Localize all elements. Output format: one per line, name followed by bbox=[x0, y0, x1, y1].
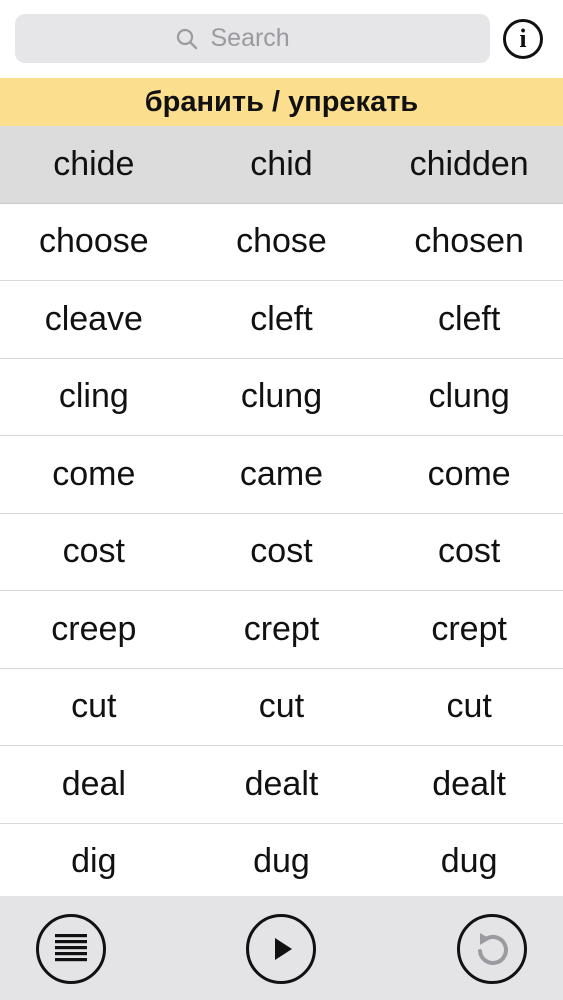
verb-row[interactable]: come came come bbox=[0, 436, 563, 514]
base-form: chide bbox=[53, 144, 135, 183]
info-icon: i bbox=[519, 24, 527, 53]
base-form: choose bbox=[39, 222, 149, 261]
top-bar: i bbox=[0, 0, 563, 78]
verb-row[interactable]: creep crept crept bbox=[0, 591, 563, 669]
list-button[interactable] bbox=[36, 914, 106, 984]
base-form: creep bbox=[51, 609, 137, 648]
info-button[interactable]: i bbox=[503, 19, 543, 59]
verb-row[interactable]: cut cut cut bbox=[0, 669, 563, 746]
past-simple: cut bbox=[258, 687, 305, 726]
base-form: cling bbox=[58, 377, 129, 416]
verb-list[interactable]: chide chid chidden choose chose chosen cleave c… bbox=[0, 126, 563, 901]
verb-row[interactable]: cling clung clung bbox=[0, 359, 563, 436]
past-participle: chosen bbox=[414, 222, 524, 261]
past-simple: dealt bbox=[244, 764, 319, 803]
past-simple: crept bbox=[243, 609, 320, 648]
verb-row[interactable]: chide chid chidden bbox=[0, 126, 563, 204]
list-icon bbox=[55, 934, 87, 962]
past-simple: cleft bbox=[250, 299, 313, 338]
past-simple: cost bbox=[250, 532, 313, 571]
repeat-button[interactable] bbox=[457, 914, 527, 984]
past-participle: cut bbox=[446, 687, 492, 726]
past-participle: crept bbox=[431, 609, 507, 648]
search-field[interactable] bbox=[15, 14, 490, 63]
past-simple: clung bbox=[240, 377, 323, 416]
past-simple: came bbox=[239, 454, 324, 493]
past-participle: dealt bbox=[432, 764, 506, 803]
past-participle: come bbox=[427, 454, 511, 493]
past-simple: chose bbox=[236, 222, 327, 261]
verb-row[interactable]: deal dealt dealt bbox=[0, 746, 563, 824]
past-participle: clung bbox=[428, 377, 510, 416]
past-participle: dug bbox=[440, 842, 498, 881]
base-form: cost bbox=[62, 532, 125, 571]
past-participle: cleft bbox=[437, 299, 501, 338]
past-simple: dug bbox=[253, 842, 310, 881]
base-form: cleave bbox=[44, 299, 143, 338]
bottom-toolbar bbox=[0, 896, 563, 1000]
play-button[interactable] bbox=[246, 914, 316, 984]
search-input[interactable] bbox=[210, 24, 331, 53]
past-participle: chidden bbox=[409, 144, 529, 183]
repeat-icon bbox=[478, 933, 508, 965]
past-participle: cost bbox=[437, 532, 501, 571]
play-icon bbox=[275, 938, 292, 960]
verbs-app: i бранить / упрекать chide chid chidden cho… bbox=[0, 0, 563, 1000]
base-form: cut bbox=[71, 687, 117, 726]
verb-row[interactable]: cleave cleft cleft bbox=[0, 281, 563, 359]
verb-row[interactable]: cost cost cost bbox=[0, 514, 563, 591]
base-form: deal bbox=[61, 764, 126, 803]
translation-header: бранить / упрекать bbox=[0, 78, 563, 126]
base-form: dig bbox=[71, 842, 117, 881]
verb-row[interactable]: choose chose chosen bbox=[0, 204, 563, 281]
past-simple: chid bbox=[250, 144, 313, 183]
base-form: come bbox=[52, 454, 136, 493]
search-icon bbox=[176, 28, 197, 49]
verb-row[interactable]: dig dug dug bbox=[0, 824, 563, 901]
